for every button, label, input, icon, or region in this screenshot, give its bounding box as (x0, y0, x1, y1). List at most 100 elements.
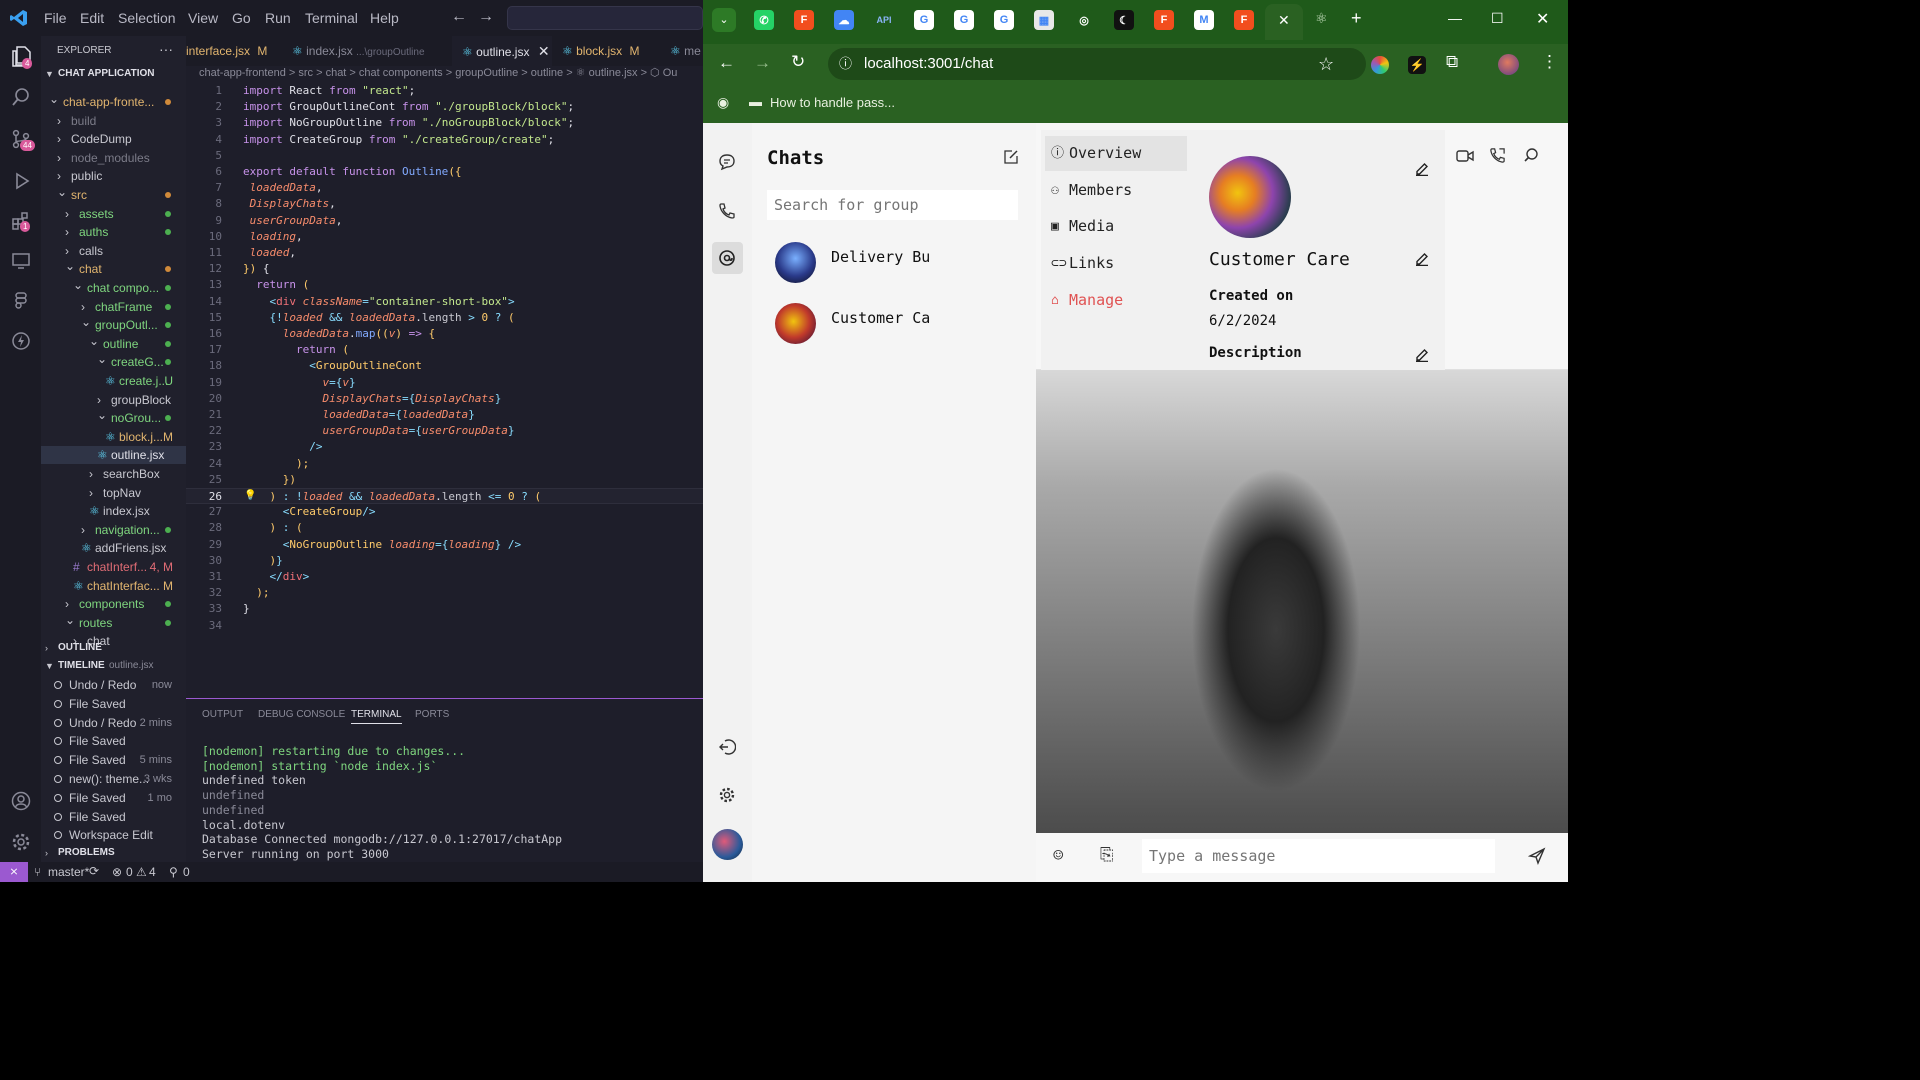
tree-item[interactable]: # chatInterf... 4, M (41, 558, 186, 576)
tree-item[interactable]: ⌄ chat (41, 260, 186, 278)
code-line[interactable]: 3 import NoGroupOutline from "./noGroupBl… (186, 115, 703, 131)
code-line[interactable]: 12}) { (186, 261, 703, 277)
code-line[interactable]: 25 }) (186, 472, 703, 488)
error-count[interactable]: 0 (126, 865, 133, 879)
tree-item[interactable]: › CodeDump (41, 130, 186, 148)
tree-item[interactable]: › chatFrame (41, 298, 186, 316)
gmail-icon[interactable]: M (1194, 10, 1214, 30)
menu-view[interactable]: View (188, 10, 218, 26)
menu-terminal[interactable]: Terminal (305, 10, 358, 26)
tree-item[interactable]: ⚛ block.j... M (41, 428, 186, 446)
user-avatar[interactable] (712, 829, 743, 860)
voice-call-icon[interactable] (1489, 147, 1506, 164)
lightning-icon[interactable] (8, 328, 33, 353)
google-icon[interactable]: G (994, 10, 1014, 30)
chart-icon[interactable]: ▦ (1034, 10, 1054, 30)
timeline-section-header[interactable]: ▼ TIMELINE outline.jsx (41, 657, 186, 675)
chat-list-item[interactable]: Delivery Bu (772, 238, 1022, 286)
code-line[interactable]: 30 )} (186, 553, 703, 569)
tree-item[interactable]: › auths (41, 223, 186, 241)
active-browser-tab[interactable]: ✕ (1265, 4, 1303, 40)
google-icon[interactable]: G (914, 10, 934, 30)
tab-debug-console[interactable]: DEBUG CONSOLE (258, 709, 345, 720)
groups-tab-active[interactable] (712, 242, 743, 274)
tree-item[interactable]: › navigation... (41, 521, 186, 539)
problems-section-header[interactable]: › PROBLEMS (41, 844, 186, 862)
close-tab-icon[interactable]: ✕ (1278, 12, 1290, 29)
tree-item[interactable]: › build (41, 112, 186, 130)
figma-extension-icon[interactable] (8, 288, 33, 313)
tree-item[interactable]: ⌄ chat-app-fronte... (41, 93, 186, 111)
tree-item[interactable]: › calls (41, 242, 186, 260)
reload-icon[interactable]: ↻ (791, 52, 805, 72)
cloud-icon[interactable]: ☁ (834, 10, 854, 30)
code-line[interactable]: 14 <div className="container-short-box"> (186, 294, 703, 310)
code-line[interactable]: 2 import GroupOutlineCont from "./groupBl… (186, 99, 703, 115)
menu-help[interactable]: Help (370, 10, 399, 26)
tab-index[interactable]: ⚛ index.jsx ...\groupOutline (282, 36, 448, 66)
new-chat-icon[interactable] (1003, 149, 1019, 165)
outline-section-header[interactable]: › OUTLINE (41, 639, 186, 657)
tree-item[interactable]: › components (41, 595, 186, 613)
remote-indicator-icon[interactable]: ⨯ (0, 862, 28, 882)
sync-icon[interactable]: ⟳ (89, 864, 99, 878)
group-nav-overview[interactable]: ⓘ Overview (1045, 136, 1187, 171)
moon-icon[interactable]: ☾ (1114, 10, 1134, 30)
breadcrumb[interactable]: chat-app-frontend > src > chat > chat co… (199, 66, 677, 79)
code-line[interactable]: 6 export default function Outline({ (186, 164, 703, 180)
more-actions-icon[interactable]: ··· (159, 41, 173, 57)
close-icon[interactable]: ✕ (538, 43, 550, 59)
tree-item[interactable]: ⌄ outline (41, 335, 186, 353)
phone-icon[interactable] (718, 202, 736, 220)
back-arrow-icon[interactable]: ← (451, 8, 467, 26)
edit-description-pencil-icon[interactable] (1415, 348, 1429, 362)
code-line[interactable]: 11 loaded, (186, 245, 703, 261)
code-line[interactable]: 21 loadedData={loadedData} (186, 407, 703, 423)
react-tab-icon[interactable]: ⚛ (1315, 10, 1328, 27)
code-line[interactable]: 15 {!loaded && loadedData.length > 0 ? ( (186, 310, 703, 326)
figma-icon[interactable]: F (794, 10, 814, 30)
manage-gear-icon[interactable] (8, 829, 33, 854)
code-line[interactable]: 24 ); (186, 456, 703, 472)
timeline-item[interactable]: File Saved (41, 732, 186, 750)
figma-icon[interactable]: F (1234, 10, 1254, 30)
timeline-item[interactable]: File Saved 1 mo (41, 789, 186, 807)
ports-count[interactable]: 0 (183, 865, 190, 879)
tree-item[interactable]: ⚛ chatInterfac... M (41, 577, 186, 595)
tree-item[interactable]: › public (41, 167, 186, 185)
code-line[interactable]: 16 loadedData.map((v) => { (186, 326, 703, 342)
code-line[interactable]: 13 return ( (186, 277, 703, 293)
branch-name[interactable]: master* (48, 865, 89, 879)
code-line[interactable]: 23 /> (186, 439, 703, 455)
code-line[interactable]: 1 import React from "react"; (186, 83, 703, 99)
tree-item[interactable]: ⌄ routes (41, 614, 186, 632)
tree-item[interactable]: ⚛ outline.jsx (41, 446, 186, 465)
timeline-item[interactable]: File Saved (41, 808, 186, 826)
tab-output[interactable]: OUTPUT (202, 709, 243, 720)
tree-item[interactable]: › assets (41, 205, 186, 223)
tree-item[interactable]: › node_modules (41, 149, 186, 167)
accounts-icon[interactable] (8, 788, 33, 813)
tree-item[interactable]: ⚛ addFriens.jsx (41, 539, 186, 557)
edit-name-pencil-icon[interactable] (1415, 252, 1429, 266)
video-call-icon[interactable] (1456, 149, 1474, 163)
tab-interface[interactable]: interface.jsx M (186, 36, 278, 66)
timeline-item[interactable]: Workspace Edit (41, 826, 186, 844)
figma-icon[interactable]: F (1154, 10, 1174, 30)
color-extension-icon[interactable] (1371, 56, 1389, 74)
forward-arrow-icon[interactable]: → (478, 8, 494, 26)
code-line[interactable]: 29 <NoGroupOutline loading={loading} /> (186, 537, 703, 553)
code-line[interactable]: 31 </div> (186, 569, 703, 585)
code-line[interactable]: 27 <CreateGroup/> (186, 504, 703, 520)
tab-terminal[interactable]: TERMINAL (351, 709, 402, 724)
tab-search-icon[interactable]: ⌄ (712, 8, 736, 32)
tree-item[interactable]: ⌄ noGrou... (41, 409, 186, 427)
timeline-item[interactable]: Undo / Redo 2 mins (41, 714, 186, 732)
code-line[interactable]: 26 💡 ) : !loaded && loadedData.length <= … (186, 488, 703, 504)
timeline-item[interactable]: new(): theme... 3 wks (41, 770, 186, 788)
tree-item[interactable]: › groupBlock (41, 391, 186, 409)
remote-explorer-icon[interactable] (8, 248, 33, 273)
emoji-icon[interactable]: ☺ (1053, 846, 1063, 866)
code-line[interactable]: 20 DisplayChats={DisplayChats} (186, 391, 703, 407)
maximize-icon[interactable]: ☐ (1491, 10, 1504, 27)
